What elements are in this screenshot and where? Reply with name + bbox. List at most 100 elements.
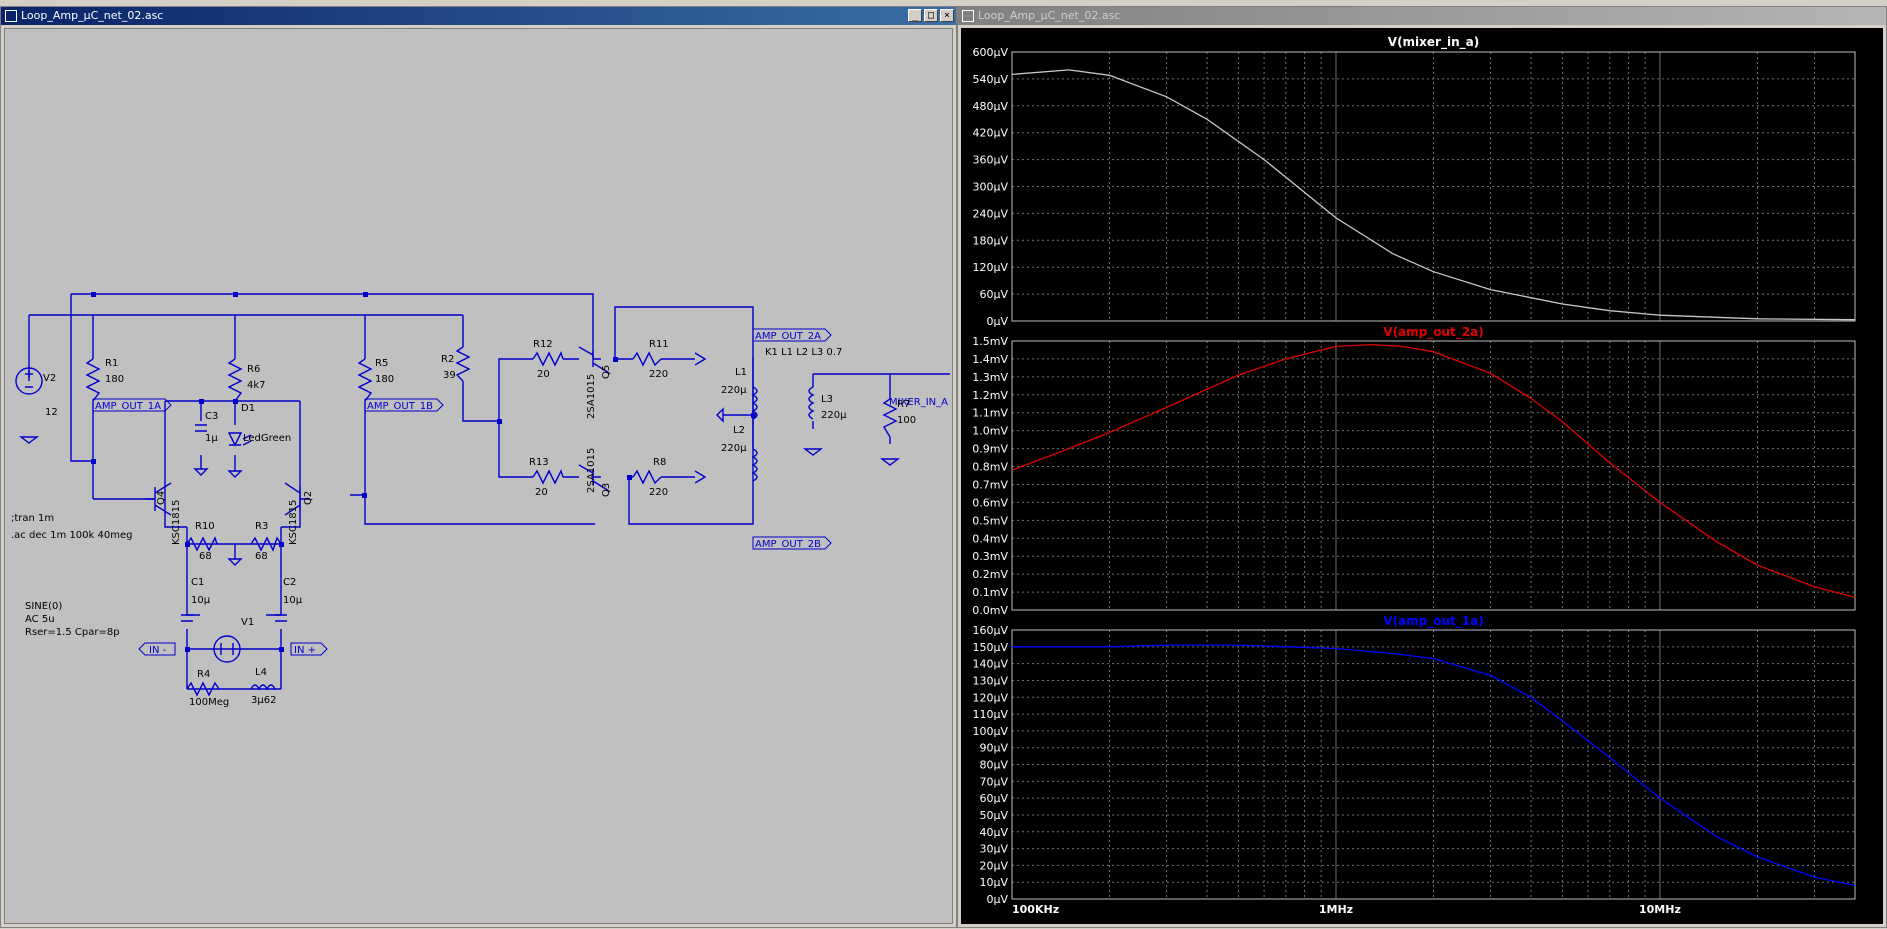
y-tick-label: 1.4mV [972, 353, 1008, 366]
svg-text:KSC1815: KSC1815 [171, 500, 182, 545]
svg-text:220: 220 [649, 487, 668, 498]
svg-text:Q2: Q2 [303, 491, 314, 505]
y-tick-label: 1.0mV [972, 425, 1008, 438]
y-tick-label: 60µV [979, 288, 1008, 301]
svg-text:L2: L2 [733, 425, 745, 436]
svg-text:LedGreen: LedGreen [243, 433, 291, 444]
svg-text:R3: R3 [255, 521, 268, 532]
y-tick-label: 120µV [972, 261, 1008, 274]
svg-text:220µ: 220µ [721, 385, 747, 396]
y-tick-label: 360µV [972, 154, 1008, 167]
maximize-button[interactable]: □ [924, 9, 938, 22]
y-tick-label: 1.3mV [972, 371, 1008, 384]
svg-text:20: 20 [537, 369, 550, 380]
y-tick-label: 300µV [972, 181, 1008, 194]
resistor-r13 [532, 469, 564, 485]
svg-text:68: 68 [255, 551, 268, 562]
y-tick-label: 150µV [972, 641, 1008, 654]
y-tick-label: 100µV [972, 725, 1008, 738]
svg-text:R6: R6 [247, 364, 260, 375]
svg-text:2SA1015: 2SA1015 [586, 448, 597, 493]
y-tick-label: 0.9mV [972, 443, 1008, 456]
svg-text:4k7: 4k7 [247, 380, 266, 391]
svg-text:220µ: 220µ [721, 443, 747, 454]
trace-title: V(amp_out_1a) [1383, 614, 1483, 629]
y-tick-label: 0.5mV [972, 514, 1008, 527]
y-tick-label: 0.2mV [972, 568, 1008, 581]
svg-text:Q3: Q3 [601, 483, 612, 497]
trace-title: V(mixer_in_a) [1388, 35, 1479, 50]
waveform-app-icon [962, 10, 974, 22]
x-tick-label: 10MHz [1639, 903, 1681, 916]
y-tick-label: 540µV [972, 73, 1008, 86]
y-tick-label: 30µV [979, 843, 1008, 856]
svg-text:12: 12 [45, 407, 58, 418]
schematic-canvas[interactable]: AMP_OUT_1A AMP_OUT_1B AMP_OUT_2A AMP_OUT… [4, 28, 953, 924]
diode-d1 [227, 432, 243, 447]
ground-r10 [227, 558, 243, 566]
svg-text:R11: R11 [649, 339, 669, 350]
svg-text:R2: R2 [441, 354, 454, 365]
svg-text:100Meg: 100Meg [189, 697, 229, 708]
svg-text:220µ: 220µ [821, 410, 847, 421]
resistor-r6 [227, 358, 243, 402]
y-tick-label: 0.3mV [972, 550, 1008, 563]
svg-text:100: 100 [897, 415, 916, 426]
y-tick-label: 0µV [986, 315, 1008, 328]
svg-text:KSC1815: KSC1815 [288, 500, 299, 545]
waveform-plots[interactable]: 0µV 60µV 120µV 180µV 240µV 300µV 360µV 420µV 480… [961, 28, 1885, 928]
svg-text:K1 L1 L2 L3 0.7: K1 L1 L2 L3 0.7 [765, 347, 842, 358]
svg-text:L3: L3 [821, 394, 833, 405]
y-tick-label: 60µV [979, 792, 1008, 805]
ground-v2 [18, 436, 40, 444]
svg-text:R13: R13 [529, 457, 549, 468]
ground-r7 [879, 458, 901, 466]
y-tick-label: 130µV [972, 674, 1008, 687]
resistor-r1 [85, 358, 101, 402]
svg-text:D1: D1 [241, 403, 255, 414]
svg-text:C3: C3 [205, 411, 218, 422]
resistor-r11 [632, 351, 662, 367]
close-button[interactable]: × [940, 9, 954, 22]
spice-directives[interactable]: ;tran 1m .ac dec 1m 100k 40meg SINE(0) A… [11, 513, 132, 638]
capacitor-c3 [195, 424, 207, 432]
directive-tran: ;tran 1m [11, 513, 54, 524]
netlabel-amp-out-2a: AMP_OUT_2A [755, 331, 821, 342]
source-param-rser: Rser=1.5 Cpar=8p [25, 627, 120, 638]
svg-text:R10: R10 [195, 521, 215, 532]
svg-text:20: 20 [535, 487, 548, 498]
minimize-button[interactable]: _ [908, 9, 922, 22]
y-tick-label: 240µV [972, 207, 1008, 220]
y-tick-label: 1.2mV [972, 389, 1008, 402]
y-tick-label: 160µV [972, 624, 1008, 637]
svg-text:R7: R7 [897, 399, 910, 410]
schematic-titlebar[interactable]: Loop_Amp_µC_net_02.asc _ □ × [1, 7, 956, 25]
y-tick-label: 180µV [972, 234, 1008, 247]
svg-text:68: 68 [199, 551, 212, 562]
svg-text:Q4: Q4 [156, 491, 167, 505]
svg-text:1µ: 1µ [205, 433, 218, 444]
y-tick-label: 600µV [972, 46, 1008, 59]
resistor-r5 [357, 358, 373, 402]
svg-text:39: 39 [443, 370, 456, 381]
y-tick-label: 1.1mV [972, 407, 1008, 420]
y-tick-label: 110µV [972, 708, 1008, 721]
y-tick-label: 90µV [979, 742, 1008, 755]
source-param-sine: SINE(0) [25, 601, 62, 612]
svg-text:10µ: 10µ [283, 595, 303, 606]
ground-l2 [716, 407, 724, 423]
y-tick-label: 70µV [979, 775, 1008, 788]
waveform-titlebar[interactable]: Loop_Amp_µC_net_02.asc [958, 7, 1886, 25]
y-tick-label: 0.0mV [972, 604, 1008, 617]
svg-text:C1: C1 [191, 577, 204, 588]
y-tick-label: 0µV [986, 893, 1008, 906]
svg-text:V2: V2 [43, 373, 56, 384]
schematic-drawing[interactable]: AMP_OUT_1A AMP_OUT_1B AMP_OUT_2A AMP_OUT… [5, 29, 954, 929]
y-tick-label: 80µV [979, 759, 1008, 772]
waveform-viewer[interactable]: 0µV 60µV 120µV 180µV 240µV 300µV 360µV 420µV 480… [961, 28, 1883, 924]
y-tick-label: 0.7mV [972, 478, 1008, 491]
out-r8-arrow [694, 470, 707, 484]
netlabel-amp-out-1b: AMP_OUT_1B [367, 401, 433, 412]
svg-text:C2: C2 [283, 577, 296, 588]
svg-text:3µ62: 3µ62 [251, 695, 276, 706]
